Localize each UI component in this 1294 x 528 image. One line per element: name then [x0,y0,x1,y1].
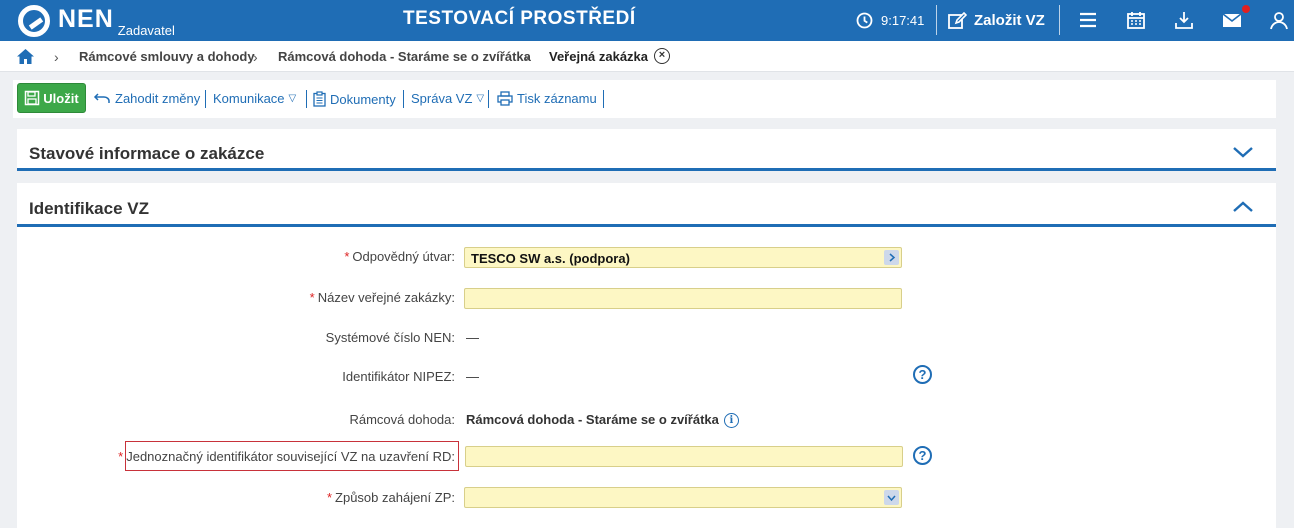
divider [603,90,604,108]
responsible-unit-value: TESCO SW a.s. (podpora) [471,251,630,266]
menu-icon[interactable] [1077,9,1099,31]
required-mark: * [309,290,315,305]
required-mark: * [344,249,350,264]
start-method-select[interactable] [464,487,902,508]
unique-identifier-input[interactable] [465,446,903,467]
notification-badge [1242,5,1250,13]
logo-subtitle: Zadavatel [117,23,175,38]
nipez-id-label: Identifikátor NIPEZ: [342,369,455,384]
edit-icon [948,11,967,29]
contract-name-label: * Název veřejné zakázky: [310,290,455,305]
divider [205,90,206,108]
divider [403,90,404,108]
clipboard-icon [313,91,326,107]
caret-down-icon: ▽ [476,93,485,104]
caret-down-icon: ▽ [288,93,297,104]
required-mark: * [326,490,333,505]
system-number-label: Systémové číslo NEN: [325,330,455,345]
print-label: Tisk záznamu [517,91,597,106]
chevron-right-icon[interactable] [884,250,899,265]
chevron-right-icon: › [54,49,59,65]
floppy-disk-icon [25,90,40,106]
create-vz-label: Založit VZ [974,12,1045,29]
download-icon[interactable] [1173,9,1195,31]
framework-agreement-value: Rámcová dohoda - Staráme se o zvířátka i [466,412,739,429]
calendar-icon[interactable] [1125,9,1147,31]
unique-identifier-label: * Jednoznačný identifikátor související V… [118,449,455,464]
label-text: Odpovědný útvar: [352,249,455,264]
help-icon[interactable]: ? [913,446,932,465]
chevron-down-icon[interactable] [1232,145,1254,159]
printer-icon [497,91,513,106]
responsible-unit-label: * Odpovědný útvar: [344,249,455,264]
create-vz-button[interactable]: Založit VZ [948,0,1045,41]
discard-label: Zahodit změny [115,91,201,106]
user-icon[interactable] [1268,9,1290,31]
save-button[interactable]: Uložit [17,83,86,113]
undo-icon [93,93,110,103]
info-icon[interactable]: i [723,413,739,429]
discard-changes-link[interactable]: Zahodit změny [93,91,200,106]
responsible-unit-field[interactable]: TESCO SW a.s. (podpora) [464,247,902,268]
start-method-label: * Způsob zahájení ZP: [327,490,455,505]
status-info-panel: Stavové informace o zakázce [17,129,1276,171]
breadcrumb-current: Veřejná zakázka [549,49,649,64]
breadcrumb: › Rámcové smlouvy a dohody › Rámcová doh… [0,41,1294,72]
print-record-link[interactable]: Tisk záznamu [497,91,597,106]
nipez-id-value: — [466,369,479,384]
status-panel-header[interactable]: Stavové informace o zakázce [17,129,1276,171]
label-text: Jednoznačný identifikátor související VZ… [126,449,455,464]
status-panel-title: Stavové informace o zakázce [29,144,265,163]
identification-panel-title: Identifikace VZ [29,199,149,218]
chevron-up-icon[interactable] [1232,200,1254,214]
communication-menu[interactable]: Komunikace ▽ [213,91,296,106]
environment-title: TESTOVACÍ PROSTŘEDÍ [403,8,636,29]
clock-time: 9:17:41 [881,13,925,28]
top-bar: NEN Zadavatel TESTOVACÍ PROSTŘEDÍ 9:17:4… [0,0,1294,41]
manage-vz-menu[interactable]: Správa VZ ▽ [411,91,484,106]
documents-link[interactable]: Dokumenty [313,91,396,107]
breadcrumb-item[interactable]: Rámcová dohoda - Staráme se o zvířátka [278,49,531,64]
documents-label: Dokumenty [330,91,396,107]
nen-logo[interactable]: NEN Zadavatel [18,3,175,38]
logo-ring-icon [18,5,50,37]
divider [936,5,937,35]
manage-label: Správa VZ [411,91,473,106]
mail-icon[interactable] [1221,9,1243,31]
identification-panel-header[interactable]: Identifikace VZ [17,183,1276,227]
required-mark: * [118,449,124,464]
label-text: Název veřejné zakázky: [317,290,455,305]
contract-name-input[interactable] [464,288,902,309]
framework-agreement-text: Rámcová dohoda - Staráme se o zvířátka [466,412,719,427]
breadcrumb-item[interactable]: Rámcové smlouvy a dohody [79,49,255,64]
close-tab-icon[interactable]: × [654,48,670,64]
divider [488,90,489,108]
divider [1059,5,1060,35]
logo-text: NEN [58,5,114,33]
label-text: Způsob zahájení ZP: [335,490,455,505]
framework-agreement-label: Rámcová dohoda: [349,412,455,427]
divider [306,90,307,108]
home-icon[interactable] [16,48,35,65]
communication-label: Komunikace [213,91,285,106]
identification-panel: Identifikace VZ [17,183,1276,528]
help-icon[interactable]: ? [913,365,932,384]
clock-icon [856,12,873,29]
chevron-down-icon[interactable] [884,490,899,505]
action-toolbar: Uložit Zahodit změny Komunikace ▽ Dokume… [13,80,1276,118]
session-clock: 9:17:41 [856,0,924,41]
save-label: Uložit [43,90,79,106]
chevron-right-icon: › [253,49,258,65]
system-number-value: — [466,330,479,345]
chevron-right-icon: › [524,49,529,65]
